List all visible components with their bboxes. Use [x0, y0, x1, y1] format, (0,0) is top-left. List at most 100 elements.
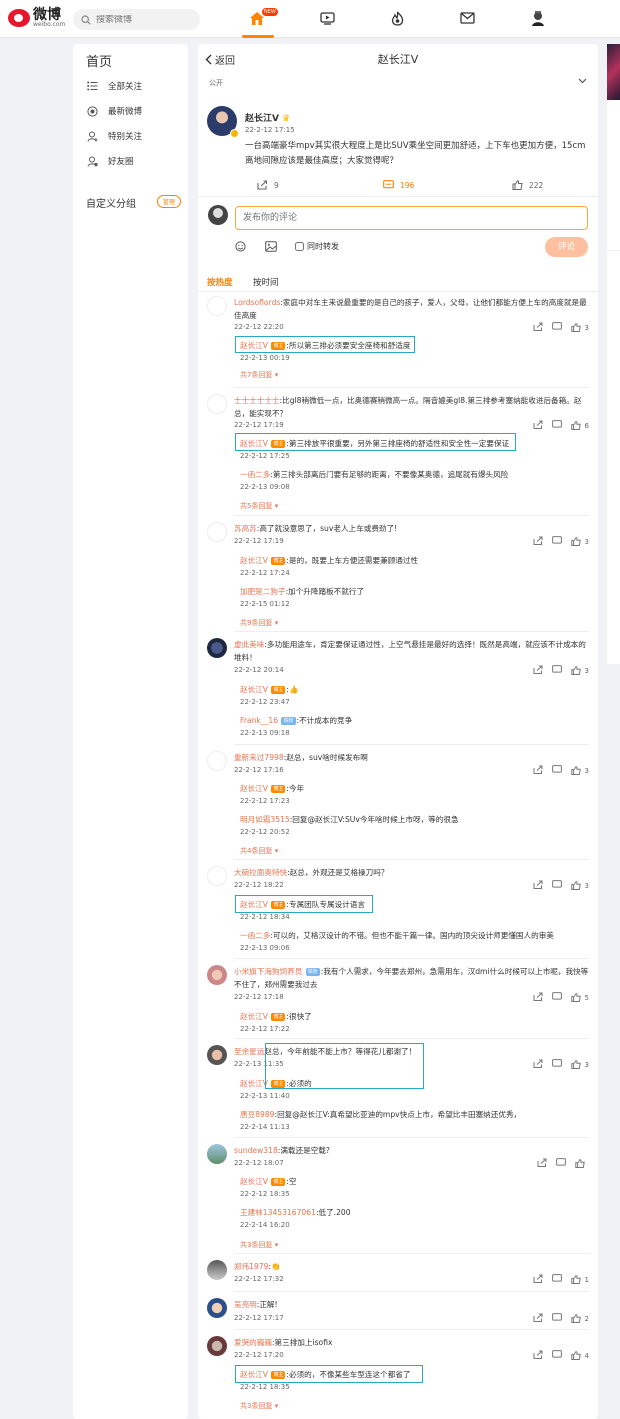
comment-like-button[interactable]: 3	[570, 766, 589, 775]
comment-share-icon[interactable]	[533, 1274, 543, 1285]
commenter-avatar[interactable]	[207, 1144, 227, 1164]
comment-like-button[interactable]: 3	[570, 323, 589, 332]
commenter-avatar[interactable]	[207, 638, 227, 658]
comment-share-icon[interactable]	[533, 992, 543, 1003]
user-avatar[interactable]	[530, 10, 546, 26]
emoji-icon[interactable]	[235, 241, 246, 252]
comment-username[interactable]: 赵长江V	[240, 784, 268, 793]
comment-username[interactable]: 赵长江V	[240, 341, 268, 350]
comment-username[interactable]: 赵长江V	[240, 900, 268, 909]
submit-comment-button[interactable]: 评论	[545, 237, 588, 257]
comment-input[interactable]	[235, 206, 588, 230]
comment-like-button[interactable]: 1	[570, 1275, 589, 1284]
video-icon[interactable]	[319, 10, 335, 26]
comment-username[interactable]: 一函二多	[240, 931, 270, 940]
right-banner-image[interactable]	[607, 44, 620, 100]
comment-like-button[interactable]: 2	[570, 1314, 589, 1323]
sidebar-item-friends[interactable]: 好友圈	[87, 155, 134, 167]
comment-like-button[interactable]: 3	[570, 1060, 589, 1069]
more-replies-link[interactable]: 共5条回复 ▾	[240, 501, 278, 511]
post-author[interactable]: 赵长江V ♛	[245, 111, 290, 124]
comment-username[interactable]: 赵长江V	[240, 685, 268, 694]
sort-by-time-tab[interactable]: 按时间	[253, 276, 279, 288]
comment-username[interactable]: 士士士士士士	[234, 396, 280, 405]
comment-username[interactable]: 苏高苏	[234, 524, 257, 533]
comment-reply-icon[interactable]	[551, 1059, 562, 1070]
comment-username[interactable]: 赵长江V	[240, 1079, 268, 1088]
comment-reply-icon[interactable]	[551, 1350, 562, 1361]
comment-reply-icon[interactable]	[551, 1313, 562, 1324]
comment-like-button[interactable]: 6	[570, 421, 589, 430]
comment-username[interactable]: 大碗拉面奥特快	[234, 868, 287, 877]
mail-icon[interactable]	[459, 10, 475, 26]
more-replies-link[interactable]: 共3条回复 ▾	[240, 1240, 278, 1250]
comment-reply-icon[interactable]	[551, 1274, 562, 1285]
comment-reply-icon[interactable]	[551, 992, 562, 1003]
comment-username[interactable]: 虚此美味	[234, 640, 264, 649]
comment-username[interactable]: 一函二多	[240, 470, 270, 479]
comment-username[interactable]: 赵长江V	[240, 1177, 268, 1186]
manage-groups-button[interactable]: 管理	[157, 195, 182, 208]
commenter-avatar[interactable]	[207, 522, 227, 542]
comment-username[interactable]: 王建林13453167061	[240, 1208, 316, 1217]
comment-username[interactable]: Frank__16	[240, 716, 278, 725]
image-icon[interactable]	[265, 241, 277, 252]
more-replies-link[interactable]: 共3条回复 ▾	[240, 1401, 278, 1411]
repost-checkbox-input[interactable]	[295, 242, 304, 251]
chevron-down-icon[interactable]	[578, 78, 587, 84]
commenter-avatar[interactable]	[207, 965, 227, 985]
commenter-avatar[interactable]	[207, 866, 227, 886]
comment-share-icon[interactable]	[537, 1158, 547, 1169]
comment-username[interactable]: 赵长江V	[240, 556, 268, 565]
commenter-avatar[interactable]	[207, 1336, 227, 1356]
comment-share-icon[interactable]	[533, 665, 543, 676]
comment-button[interactable]: 196	[383, 180, 414, 190]
like-button[interactable]: 222	[512, 180, 543, 190]
search-box[interactable]	[73, 9, 200, 30]
comment-share-icon[interactable]	[533, 1350, 543, 1361]
search-input[interactable]	[96, 14, 191, 25]
sidebar-item-special[interactable]: 特别关注	[87, 130, 142, 142]
comment-reply-icon[interactable]	[551, 665, 562, 676]
comment-like-button[interactable]: 3	[570, 666, 589, 675]
post-timestamp[interactable]: 22-2-12 17:15	[245, 126, 295, 134]
comment-username[interactable]: 小米旗下海狗饲养员	[234, 967, 302, 976]
commenter-avatar[interactable]	[207, 296, 227, 316]
sidebar-item-all-follow[interactable]: 全部关注	[87, 80, 142, 92]
comment-share-icon[interactable]	[533, 1313, 543, 1324]
comment-username[interactable]: 赵长江V	[240, 1370, 268, 1379]
comment-share-icon[interactable]	[533, 765, 543, 776]
comment-like-button[interactable]: 3	[570, 537, 589, 546]
comment-share-icon[interactable]	[533, 420, 543, 431]
comment-username[interactable]: 赵长江V	[240, 439, 268, 448]
comment-like-button[interactable]: 4	[570, 1351, 589, 1360]
comment-share-icon[interactable]	[533, 536, 543, 547]
comment-username[interactable]: 吴亮明	[234, 1300, 257, 1309]
comment-username[interactable]: 郑伟1979	[234, 1262, 269, 1271]
comment-share-icon[interactable]	[533, 880, 543, 891]
comment-username[interactable]: 爱哭的巍巍	[234, 1338, 272, 1347]
comment-username[interactable]: 唐豆8989	[240, 1110, 275, 1119]
comment-like-button[interactable]	[575, 1159, 589, 1168]
comment-username[interactable]: 加肥是二狗子	[240, 587, 286, 596]
comment-share-icon[interactable]	[533, 322, 543, 333]
comment-share-icon[interactable]	[533, 1059, 543, 1070]
commenter-avatar[interactable]	[207, 751, 227, 771]
comment-username[interactable]: sundew318	[234, 1146, 278, 1155]
more-replies-link[interactable]: 共9条回复 ▾	[240, 618, 278, 628]
commenter-avatar[interactable]	[207, 1298, 227, 1318]
comment-username[interactable]: 明月如霜3515	[240, 815, 290, 824]
sidebar-item-latest[interactable]: 最新微博	[87, 105, 142, 117]
more-replies-link[interactable]: 共7条回复 ▾	[240, 370, 278, 380]
comment-reply-icon[interactable]	[551, 765, 562, 776]
comment-reply-icon[interactable]	[551, 880, 562, 891]
commenter-avatar[interactable]	[207, 394, 227, 414]
comment-reply-icon[interactable]	[551, 322, 562, 333]
weibo-logo[interactable]: 微博 weibo.com	[8, 8, 65, 28]
hot-flame-icon[interactable]	[389, 10, 405, 26]
commenter-avatar[interactable]	[207, 1045, 227, 1065]
comment-username[interactable]: 至余星远	[234, 1047, 264, 1056]
comment-like-button[interactable]: 5	[570, 993, 589, 1002]
more-replies-link[interactable]: 共4条回复 ▾	[240, 846, 278, 856]
comment-like-button[interactable]: 3	[570, 881, 589, 890]
